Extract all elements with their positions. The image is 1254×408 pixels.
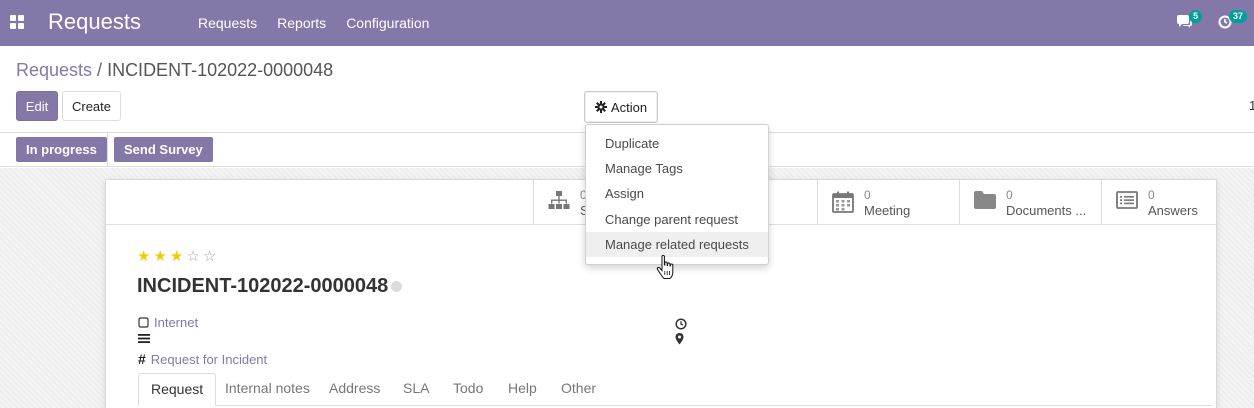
breadcrumb-separator: / <box>97 60 103 80</box>
hash-icon: # <box>138 351 146 367</box>
edit-button[interactable]: Edit <box>16 91 58 121</box>
pager-value[interactable]: 1 <box>1249 98 1254 113</box>
calendar-icon <box>832 191 854 213</box>
menu-requests[interactable]: Requests <box>198 15 257 31</box>
menu-reports[interactable]: Reports <box>277 15 326 31</box>
notebook-tabs: Request Internal notes Address SLA Todo … <box>138 373 1212 406</box>
in-progress-button[interactable]: In progress <box>16 137 107 162</box>
main-menu: Requests Reports Configuration <box>198 15 429 31</box>
bars-icon <box>138 334 150 343</box>
hand-pointer-icon <box>656 255 674 279</box>
app-title: Requests <box>48 9 141 34</box>
request-type-link[interactable]: Request for Incident <box>151 352 267 367</box>
smart-button-count: 0 <box>1148 188 1155 202</box>
request-type-field: # Request for Incident <box>138 351 267 367</box>
action-button[interactable]: Action <box>584 91 658 123</box>
priority-star-icon[interactable]: ★ <box>170 248 183 265</box>
priority-stars: ★ ★ ★ ☆ ☆ <box>137 248 216 265</box>
activities-menu[interactable]: 37 <box>1218 10 1252 33</box>
tab-help[interactable]: Help <box>508 373 537 406</box>
smart-button-count: 0 <box>1006 188 1013 202</box>
menu-item-change-parent-request[interactable]: Change parent request <box>586 207 768 232</box>
smart-button-answers[interactable]: 0 Answers <box>1101 180 1218 224</box>
priority-star-icon[interactable]: ★ <box>153 248 166 265</box>
divider <box>107 133 108 167</box>
tab-sla[interactable]: SLA <box>403 373 429 406</box>
breadcrumb-current: INCIDENT-102022-0000048 <box>107 60 334 80</box>
smart-button-label: Meeting <box>864 203 911 218</box>
menu-item-manage-related-requests[interactable]: Manage related requests <box>586 232 768 257</box>
list-alt-icon <box>1116 191 1138 209</box>
category-link[interactable]: Internet <box>154 315 198 330</box>
action-button-label: Action <box>610 99 648 115</box>
smart-button-label: Answers <box>1148 203 1198 218</box>
apps-menu-icon[interactable] <box>10 15 24 29</box>
tab-request[interactable]: Request <box>138 373 217 406</box>
top-navbar: Requests Requests Reports Configuration … <box>0 0 1254 46</box>
priority-star-icon[interactable]: ★ <box>137 248 150 265</box>
folder-icon <box>974 191 996 209</box>
breadcrumb: Requests / INCIDENT-102022-0000048 <box>16 60 333 81</box>
messaging-menu[interactable]: 5 <box>1176 10 1206 33</box>
breadcrumb-parent[interactable]: Requests <box>16 60 92 80</box>
map-marker-icon <box>675 333 684 345</box>
messages-badge: 5 <box>1189 10 1203 23</box>
square-icon <box>138 317 149 328</box>
create-button[interactable]: Create <box>62 91 121 121</box>
smart-button-label: Documents ... <box>1006 203 1087 218</box>
send-survey-button[interactable]: Send Survey <box>114 137 213 162</box>
menu-configuration[interactable]: Configuration <box>346 15 429 31</box>
tab-other[interactable]: Other <box>561 373 596 406</box>
priority-star-icon[interactable]: ☆ <box>186 248 199 265</box>
tab-todo[interactable]: Todo <box>453 373 483 406</box>
kanban-state-dot[interactable] <box>391 281 402 292</box>
menu-item-manage-tags[interactable]: Manage Tags <box>586 156 768 181</box>
deadline-clock-icon <box>675 318 687 330</box>
action-dropdown-menu: Duplicate Manage Tags Assign Change pare… <box>585 124 769 265</box>
activities-badge: 37 <box>1229 10 1248 23</box>
sitemap-icon <box>548 191 570 209</box>
record-title: INCIDENT-102022-0000048 <box>137 275 389 297</box>
description-field <box>138 333 150 344</box>
smart-button-documents[interactable]: 0 Documents ... <box>959 180 1101 224</box>
priority-star-icon[interactable]: ☆ <box>203 248 216 265</box>
menu-item-assign[interactable]: Assign <box>586 181 768 206</box>
smart-button-meeting[interactable]: 0 Meeting <box>817 180 959 224</box>
category-field: Internet <box>138 315 198 330</box>
tab-internal-notes[interactable]: Internal notes <box>225 373 310 406</box>
gear-icon <box>594 101 607 113</box>
tab-address[interactable]: Address <box>329 373 380 406</box>
smart-button-count: 0 <box>864 188 871 202</box>
menu-item-duplicate[interactable]: Duplicate <box>586 131 768 156</box>
